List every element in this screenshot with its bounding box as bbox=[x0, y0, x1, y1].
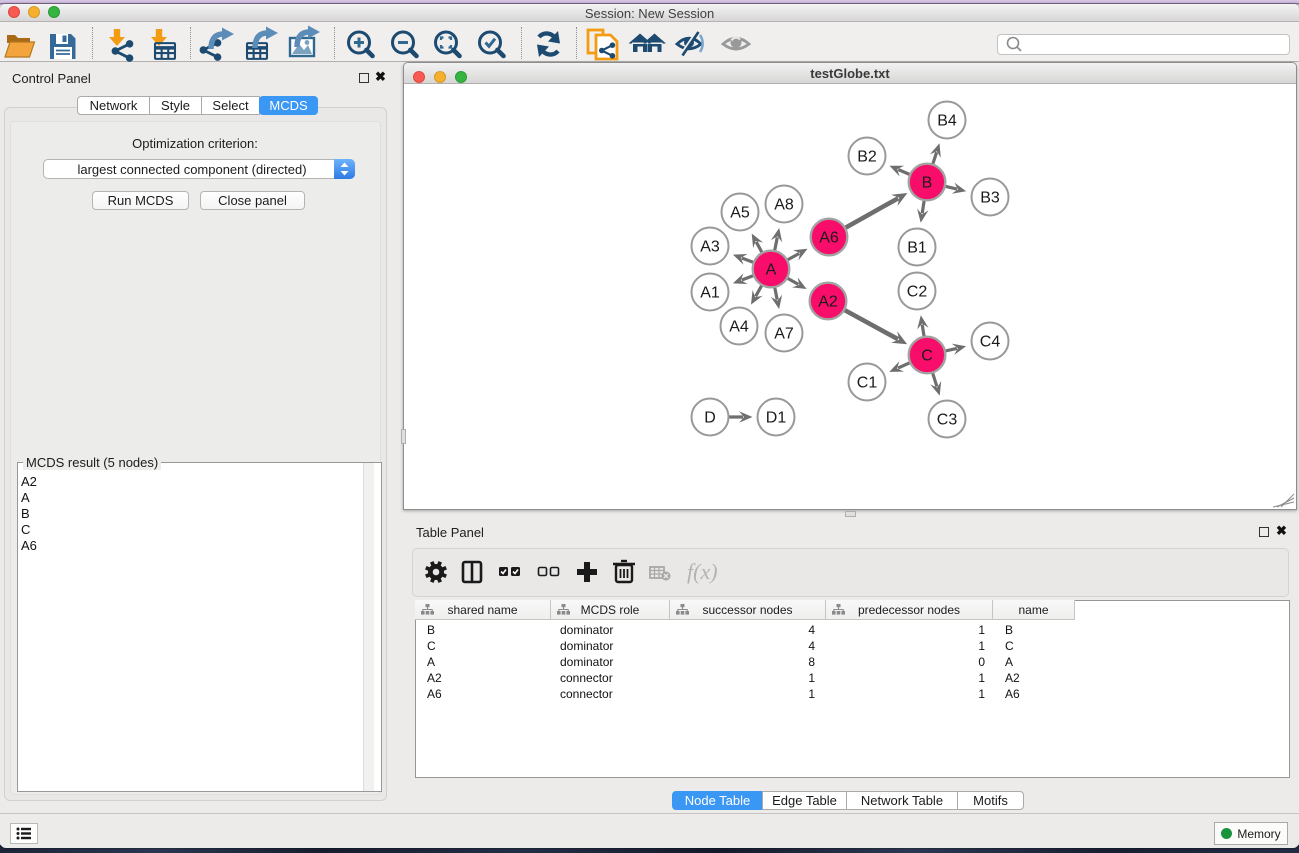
svg-text:A6: A6 bbox=[819, 230, 839, 247]
svg-text:C: C bbox=[921, 348, 933, 365]
svg-text:A5: A5 bbox=[730, 205, 750, 222]
svg-text:C3: C3 bbox=[937, 412, 958, 429]
svg-text:f(x): f(x) bbox=[687, 559, 718, 584]
svg-text:B2: B2 bbox=[857, 149, 877, 166]
svg-text:D: D bbox=[704, 410, 716, 427]
svg-text:B3: B3 bbox=[980, 190, 1000, 207]
svg-text:A4: A4 bbox=[729, 319, 749, 336]
svg-text:A8: A8 bbox=[774, 197, 794, 214]
svg-text:A7: A7 bbox=[774, 326, 794, 343]
svg-text:C4: C4 bbox=[980, 334, 1001, 351]
svg-text:B1: B1 bbox=[907, 240, 927, 257]
svg-text:B4: B4 bbox=[937, 113, 957, 130]
svg-text:C2: C2 bbox=[907, 284, 928, 301]
svg-text:C1: C1 bbox=[857, 375, 878, 392]
svg-text:B: B bbox=[922, 175, 933, 192]
svg-text:A3: A3 bbox=[700, 239, 720, 256]
svg-text:D1: D1 bbox=[766, 410, 787, 427]
svg-text:A: A bbox=[766, 262, 777, 279]
svg-text:A1: A1 bbox=[700, 285, 720, 302]
svg-text:A2: A2 bbox=[818, 294, 838, 311]
